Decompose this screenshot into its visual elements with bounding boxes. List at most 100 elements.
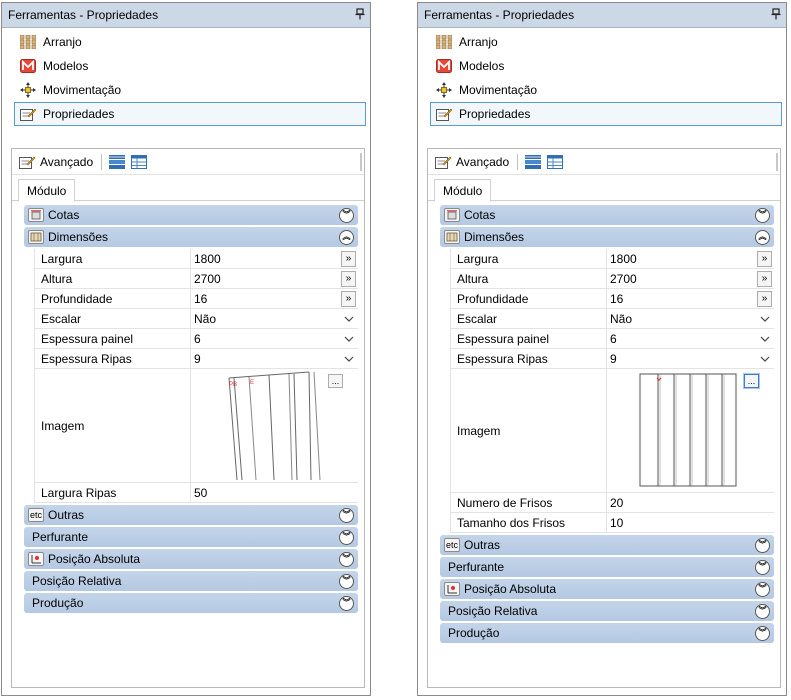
collapse-icon[interactable]: ︽ — [755, 229, 770, 245]
nav-item-propriedades[interactable]: Propriedades — [430, 102, 782, 126]
expand-icon[interactable]: ︾ — [755, 559, 770, 575]
expand-icon[interactable]: ︾ — [339, 573, 354, 589]
chevron-down-icon[interactable] — [341, 351, 357, 367]
expand-icon[interactable]: ︾ — [339, 595, 354, 611]
value-text[interactable]: Não — [194, 312, 341, 326]
value-text[interactable]: 50 — [194, 486, 358, 500]
more-icon[interactable]: » — [757, 250, 772, 267]
group-perfurante[interactable]: Perfurante ︾ — [440, 557, 774, 577]
group-dimensoes[interactable]: Dimensões ︽ — [24, 227, 358, 247]
value-text[interactable]: Não — [610, 312, 757, 326]
group-outras[interactable]: etc Outras ︾ — [440, 535, 774, 555]
nav-item-movimentacao[interactable]: Movimentação — [14, 78, 366, 102]
value-text[interactable]: 2700 — [610, 272, 757, 286]
value-text[interactable]: 20 — [610, 496, 774, 510]
advanced-button[interactable]: Avançado — [40, 155, 93, 169]
value-text[interactable]: 9 — [194, 352, 341, 366]
expand-icon[interactable]: ︾ — [755, 625, 770, 641]
pin-icon[interactable] — [350, 7, 370, 23]
chevron-down-icon[interactable] — [757, 351, 773, 367]
group-dimensoes[interactable]: Dimensões ︽ — [440, 227, 774, 247]
property-value[interactable]: 1800» — [191, 249, 358, 268]
value-text[interactable]: 16 — [610, 292, 757, 306]
group-cotas[interactable]: Cotas ︾ — [24, 205, 358, 225]
group-posicao-relativa[interactable]: Posição Relativa ︾ — [24, 571, 358, 591]
nav-item-propriedades[interactable]: Propriedades — [14, 102, 366, 126]
value-text[interactable]: 9 — [610, 352, 757, 366]
property-value[interactable]: 20 — [607, 493, 774, 512]
value-text[interactable]: 1800 — [194, 252, 341, 266]
image-browse-button[interactable]: ... — [328, 374, 343, 388]
modelos-icon — [19, 58, 37, 74]
scrollbar[interactable] — [360, 153, 362, 171]
property-value[interactable]: 50 — [191, 483, 358, 502]
expand-icon[interactable]: ︾ — [755, 537, 770, 553]
property-label: Tamanho dos Frisos — [451, 513, 607, 532]
property-value[interactable]: 2700» — [191, 269, 358, 288]
nav-item-modelos[interactable]: Modelos — [430, 54, 782, 78]
property-dropdown[interactable]: 6 — [607, 329, 774, 348]
property-value[interactable]: 16» — [607, 289, 774, 308]
expand-icon[interactable]: ︾ — [755, 603, 770, 619]
group-posicao-relativa[interactable]: Posição Relativa ︾ — [440, 601, 774, 621]
more-icon[interactable]: » — [341, 270, 356, 287]
property-row-tamanho-frisos: Tamanho dos Frisos 10 — [451, 513, 774, 533]
value-text[interactable]: 1800 — [610, 252, 757, 266]
group-posicao-absoluta[interactable]: Posição Absoluta ︾ — [440, 579, 774, 599]
pin-icon[interactable] — [766, 7, 786, 23]
property-label: Numero de Frisos — [451, 493, 607, 512]
nav-item-movimentacao[interactable]: Movimentação — [430, 78, 782, 102]
nav-label: Propriedades — [43, 107, 115, 121]
alphabetical-view-icon[interactable] — [546, 154, 564, 170]
group-label: Dimensões — [464, 230, 525, 244]
collapse-icon[interactable]: ︽ — [339, 229, 354, 245]
property-dropdown[interactable]: Não — [191, 309, 358, 328]
chevron-down-icon[interactable] — [757, 311, 773, 327]
expand-icon[interactable]: ︾ — [339, 207, 354, 223]
categorized-view-icon[interactable] — [108, 154, 126, 170]
chevron-down-icon[interactable] — [341, 331, 357, 347]
group-perfurante[interactable]: Perfurante ︾ — [24, 527, 358, 547]
property-dropdown[interactable]: Não — [607, 309, 774, 328]
scrollbar[interactable] — [776, 153, 778, 171]
advanced-button[interactable]: Avançado — [456, 155, 509, 169]
property-dropdown[interactable]: 6 — [191, 329, 358, 348]
property-dropdown[interactable]: 9 — [191, 349, 358, 368]
more-icon[interactable]: » — [341, 290, 356, 307]
value-text[interactable]: 6 — [194, 332, 341, 346]
group-producao[interactable]: Produção ︾ — [440, 623, 774, 643]
group-producao[interactable]: Produção ︾ — [24, 593, 358, 613]
expand-icon[interactable]: ︾ — [339, 529, 354, 545]
nav-item-modelos[interactable]: Modelos — [14, 54, 366, 78]
value-text[interactable]: 6 — [610, 332, 757, 346]
expand-icon[interactable]: ︾ — [755, 207, 770, 223]
slat-panel-preview: PB E — [228, 371, 321, 481]
value-text[interactable]: 16 — [194, 292, 341, 306]
group-posicao-absoluta[interactable]: Posição Absoluta ︾ — [24, 549, 358, 569]
tab-modulo[interactable]: Módulo — [434, 179, 492, 202]
nav-item-arranjo[interactable]: Arranjo — [430, 30, 782, 54]
expand-icon[interactable]: ︾ — [339, 507, 354, 523]
more-icon[interactable]: » — [757, 290, 772, 307]
image-browse-button[interactable]: ... — [744, 374, 759, 388]
nav-item-arranjo[interactable]: Arranjo — [14, 30, 366, 54]
group-outras[interactable]: etc Outras ︾ — [24, 505, 358, 525]
property-value[interactable]: 1800» — [607, 249, 774, 268]
tab-modulo[interactable]: Módulo — [18, 179, 76, 202]
more-icon[interactable]: » — [341, 250, 356, 267]
alphabetical-view-icon[interactable] — [130, 154, 148, 170]
value-text[interactable]: 2700 — [194, 272, 341, 286]
property-value[interactable]: 10 — [607, 513, 774, 532]
chevron-down-icon[interactable] — [341, 311, 357, 327]
categorized-view-icon[interactable] — [524, 154, 542, 170]
property-dropdown[interactable]: 9 — [607, 349, 774, 368]
property-row-profundidade: Profundidade 16» — [451, 289, 774, 309]
group-cotas[interactable]: Cotas ︾ — [440, 205, 774, 225]
expand-icon[interactable]: ︾ — [755, 581, 770, 597]
expand-icon[interactable]: ︾ — [339, 551, 354, 567]
property-value[interactable]: 2700» — [607, 269, 774, 288]
more-icon[interactable]: » — [757, 270, 772, 287]
value-text[interactable]: 10 — [610, 516, 774, 530]
property-value[interactable]: 16» — [191, 289, 358, 308]
chevron-down-icon[interactable] — [757, 331, 773, 347]
